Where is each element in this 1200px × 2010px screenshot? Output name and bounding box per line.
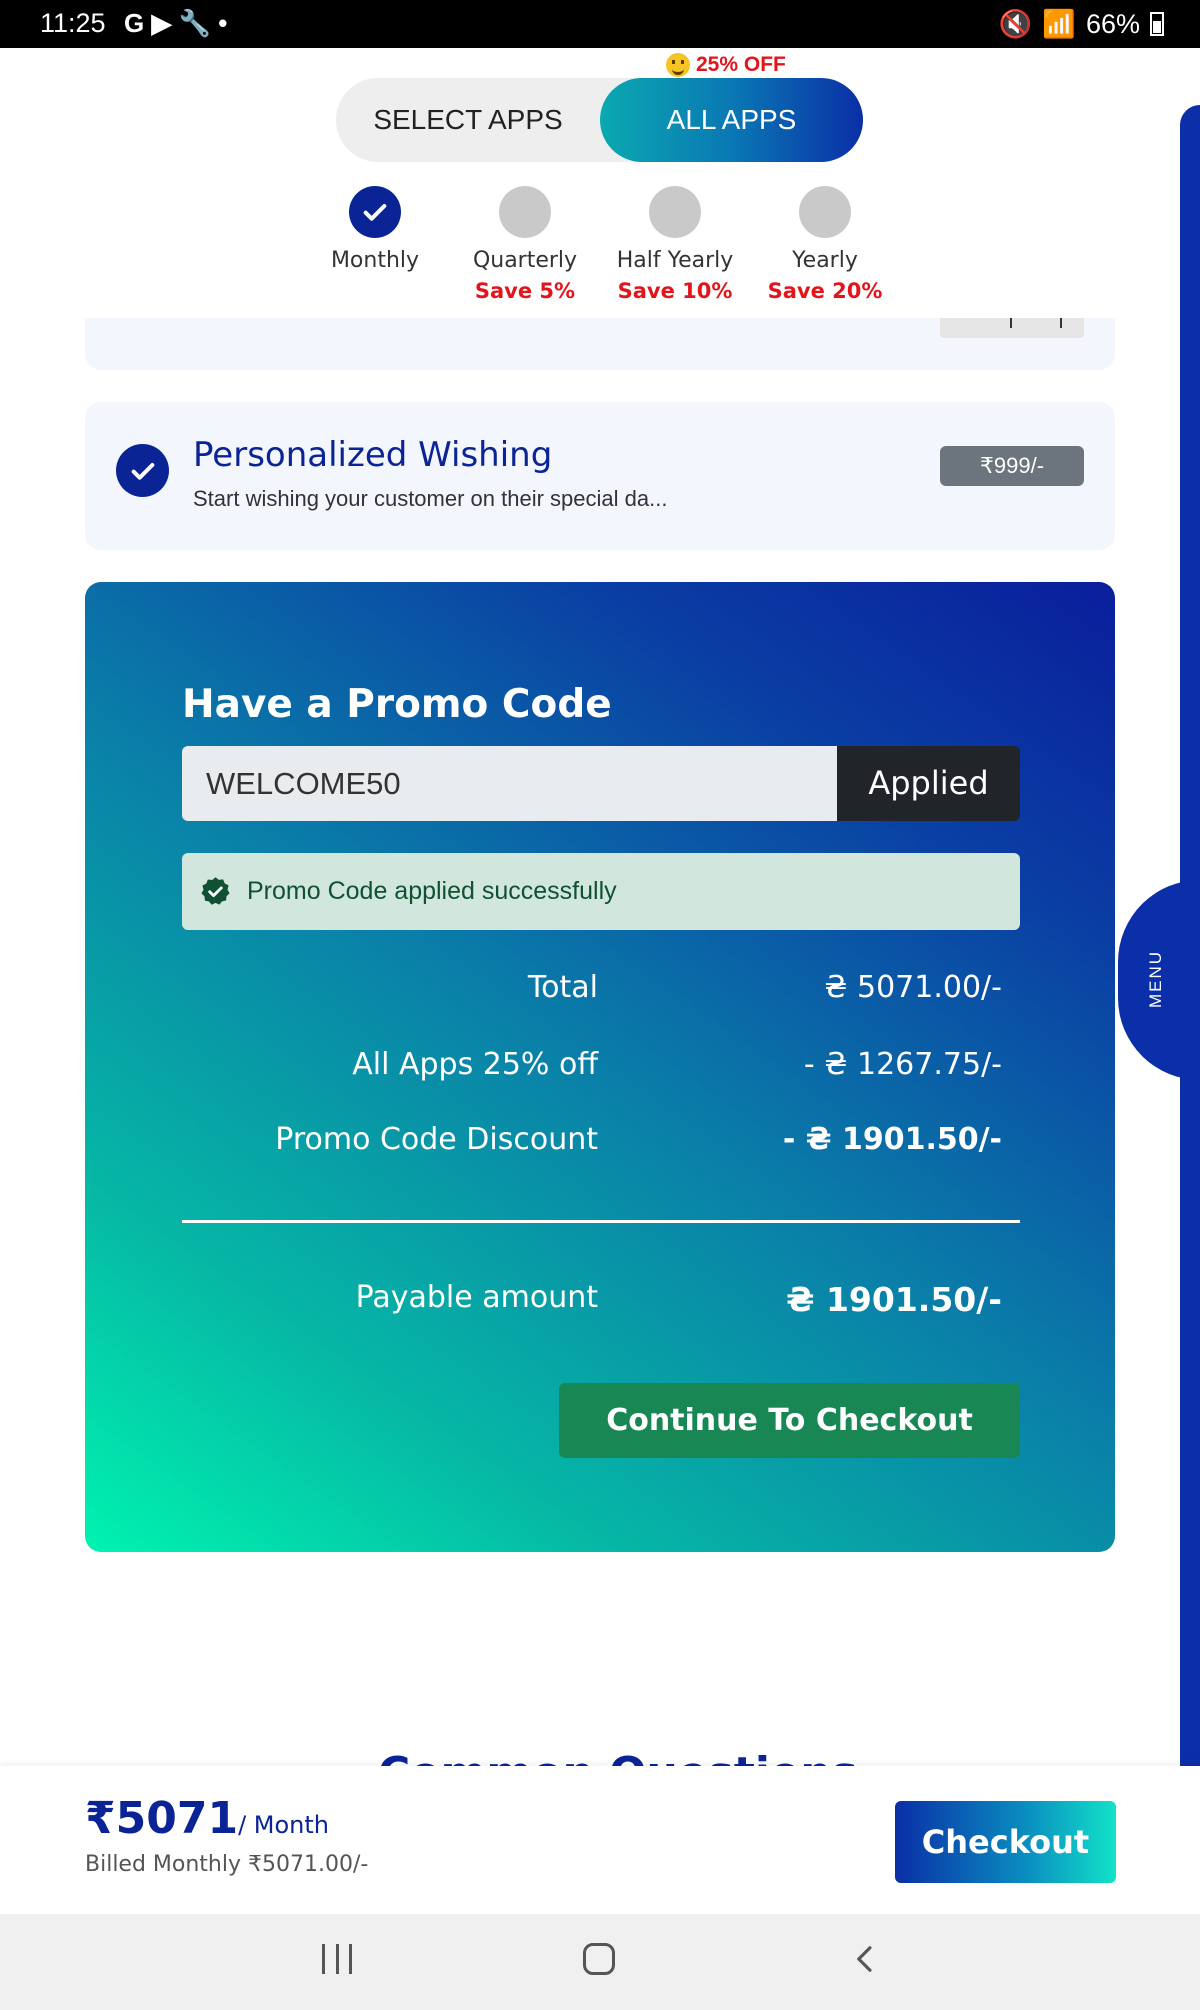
all-apps-discount-label: All Apps 25% off: [352, 1047, 598, 1082]
back-icon[interactable]: [850, 1944, 880, 1974]
radio-checked-icon[interactable]: [349, 186, 401, 238]
monthly-price: ₹5071/ Month: [85, 1793, 329, 1844]
recent-apps-icon[interactable]: [322, 1944, 352, 1974]
period-quarterly[interactable]: Quarterly Save 5%: [450, 186, 600, 303]
promo-discount-value: - ₴ 1901.50/-: [782, 1122, 1002, 1157]
price-unit: / Month: [238, 1811, 330, 1839]
common-questions-heading-partial: Common Questions: [0, 1752, 1200, 1766]
promo-code-input[interactable]: WELCOME50: [182, 746, 837, 821]
payable-value: ₴ 1901.50/-: [786, 1280, 1002, 1319]
radio-unchecked-icon[interactable]: [649, 186, 701, 238]
notification-icons: G ▶ 🔧 •: [124, 8, 228, 38]
period-save: Save 5%: [474, 279, 576, 303]
app-card-description: Start wishing your customer on their spe…: [193, 486, 668, 511]
check-icon[interactable]: [116, 444, 169, 497]
plan-toggle: SELECT APPS ALL APPS: [336, 78, 863, 162]
promo-apply-button[interactable]: Applied: [837, 746, 1020, 821]
radio-unchecked-icon[interactable]: [799, 186, 851, 238]
checkout-button[interactable]: Checkout: [895, 1801, 1116, 1883]
app-card-title: Personalized Wishing: [193, 435, 553, 475]
summary-divider: [182, 1220, 1020, 1223]
billed-text: Billed Monthly ₹5071.00/-: [85, 1852, 369, 1877]
period-save: Save 10%: [617, 279, 733, 303]
smiley-icon: [666, 53, 690, 77]
period-label: Yearly: [792, 248, 858, 273]
tab-all-apps[interactable]: ALL APPS: [600, 78, 863, 162]
total-label: Total: [527, 970, 598, 1005]
promo-discount-label: Promo Code Discount: [275, 1122, 598, 1157]
mute-icon: 🔇: [998, 9, 1033, 39]
promo-heading: Have a Promo Code: [182, 682, 612, 727]
period-label: Quarterly: [472, 248, 578, 273]
battery-icon: [1150, 12, 1164, 36]
side-menu-label[interactable]: MENU: [1136, 950, 1176, 1008]
price-amount: ₹5071: [85, 1793, 239, 1844]
period-yearly[interactable]: Yearly Save 20%: [750, 186, 900, 303]
period-save: Save 20%: [767, 279, 883, 303]
common-questions-heading: Common Questions: [378, 1752, 858, 1766]
period-monthly[interactable]: Monthly: [300, 186, 450, 273]
payable-label: Payable amount: [355, 1280, 598, 1315]
app-card-price: ₹999/-: [940, 446, 1084, 486]
promo-success-text: Promo Code applied successfully: [247, 877, 617, 905]
continue-checkout-button[interactable]: Continue To Checkout: [559, 1383, 1020, 1458]
plan-selector: 25% OFF SELECT APPS ALL APPS Monthly Qua…: [0, 48, 1176, 318]
tab-select-apps[interactable]: SELECT APPS: [336, 78, 600, 162]
home-icon[interactable]: [583, 1943, 615, 1975]
battery-percent: 66%: [1085, 8, 1140, 39]
clock: 11:25: [40, 8, 106, 38]
total-value: ₴ 5071.00/-: [824, 970, 1002, 1005]
status-right: 🔇 📶 66%: [999, 8, 1164, 40]
all-apps-discount-value: - ₴ 1267.75/-: [803, 1047, 1002, 1082]
wifi-icon: 📶: [1042, 9, 1076, 39]
offer-badge: 25% OFF: [666, 53, 786, 77]
period-label: Monthly: [330, 248, 420, 273]
app-price-partial: [940, 318, 1084, 338]
offer-badge-text: 25% OFF: [696, 53, 786, 76]
period-label: Half Yearly: [616, 248, 734, 273]
period-half-yearly[interactable]: Half Yearly Save 10%: [600, 186, 750, 303]
success-check-icon: [201, 877, 230, 905]
radio-unchecked-icon[interactable]: [499, 186, 551, 238]
status-bar: 11:25 G ▶ 🔧 • 🔇 📶 66%: [0, 0, 1200, 48]
